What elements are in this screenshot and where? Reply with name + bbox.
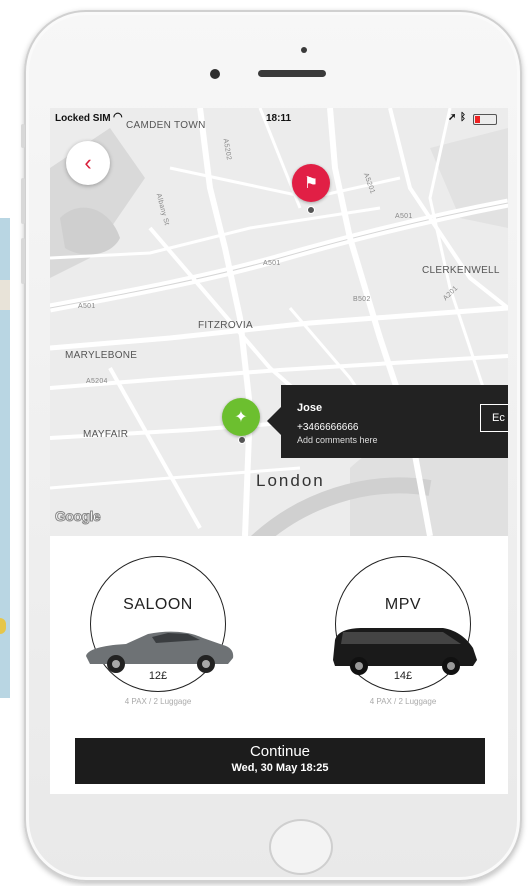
road-label: A501	[78, 303, 96, 310]
vehicle-name: SALOON	[123, 596, 193, 613]
driver-comments[interactable]: Add comments here	[297, 435, 378, 445]
chevron-left-icon: ‹	[84, 150, 92, 175]
destination-pin[interactable]: ⚑	[292, 164, 330, 202]
background-image-strip	[0, 218, 10, 698]
volume-down-button	[21, 238, 25, 284]
vehicle-price: 14£	[393, 670, 413, 682]
continue-button[interactable]: Continue Wed, 30 May 18:25	[75, 738, 485, 784]
front-camera	[210, 69, 220, 79]
driver-info-card[interactable]: Jose +3466666666 Add comments here Ec	[267, 385, 508, 458]
road-label: A501	[263, 260, 281, 267]
map-label-clerkenwell: CLERKENWELL	[422, 265, 500, 276]
road-label: B502	[353, 296, 371, 303]
destination-marker-dot	[307, 206, 315, 214]
location-arrow-icon: ➚	[448, 112, 457, 123]
map-label-fitzrovia: FITZROVIA	[198, 320, 253, 331]
road-label: A5204	[86, 378, 108, 385]
continue-label: Continue	[249, 743, 311, 760]
vehicle-option-saloon[interactable]: SALOON 12£ 4 PAX / 2 Luggage	[68, 556, 268, 716]
map-label-camden-town: CAMDEN TOWN	[126, 120, 206, 131]
vehicle-price: 12£	[148, 670, 168, 682]
road-label: A501	[395, 213, 413, 220]
saloon-car-image	[86, 631, 234, 673]
map-label-london: London	[256, 471, 325, 490]
driver-phone: +3466666666	[297, 422, 359, 433]
map-view[interactable]: Locked SIM ◠ 18:11 ➚ ᛒ CAMDEN TOWN CLERK…	[50, 108, 508, 536]
mute-switch	[21, 124, 25, 148]
bluetooth-icon: ᛒ	[460, 112, 466, 123]
battery-icon	[473, 114, 497, 125]
google-logo: Google	[54, 508, 101, 525]
flag-icon: ⚑	[303, 175, 319, 192]
wifi-icon: ◠	[113, 111, 123, 123]
person-pin-icon: ✦	[234, 409, 248, 426]
back-button[interactable]: ‹	[66, 141, 110, 185]
vehicle-option-mpv[interactable]: MPV 14£ 4 PAX / 2 Luggage	[313, 556, 508, 716]
vehicle-name: MPV	[384, 596, 422, 613]
map-label-mayfair: MAYFAIR	[83, 429, 129, 440]
driver-name: Jose	[297, 402, 323, 414]
edit-button[interactable]: Ec	[480, 404, 508, 432]
origin-marker-dot	[238, 436, 246, 444]
earpiece-speaker	[258, 70, 326, 77]
mpv-car-image	[333, 628, 477, 675]
status-time: 18:11	[266, 113, 292, 124]
proximity-sensor	[301, 47, 307, 53]
volume-up-button	[21, 178, 25, 224]
pickup-datetime: Wed, 30 May 18:25	[231, 762, 329, 774]
map-label-marylebone: MARYLEBONE	[65, 350, 138, 361]
status-bar: Locked SIM ◠ 18:11 ➚ ᛒ	[50, 108, 508, 130]
origin-pin[interactable]: ✦	[222, 398, 260, 436]
home-button[interactable]	[269, 819, 333, 875]
carrier-label: Locked SIM	[55, 113, 111, 124]
vehicle-capacity: 4 PAX / 2 Luggage	[369, 697, 437, 706]
vehicle-capacity: 4 PAX / 2 Luggage	[124, 697, 192, 706]
app-screen: Locked SIM ◠ 18:11 ➚ ᛒ CAMDEN TOWN CLERK…	[50, 108, 508, 794]
